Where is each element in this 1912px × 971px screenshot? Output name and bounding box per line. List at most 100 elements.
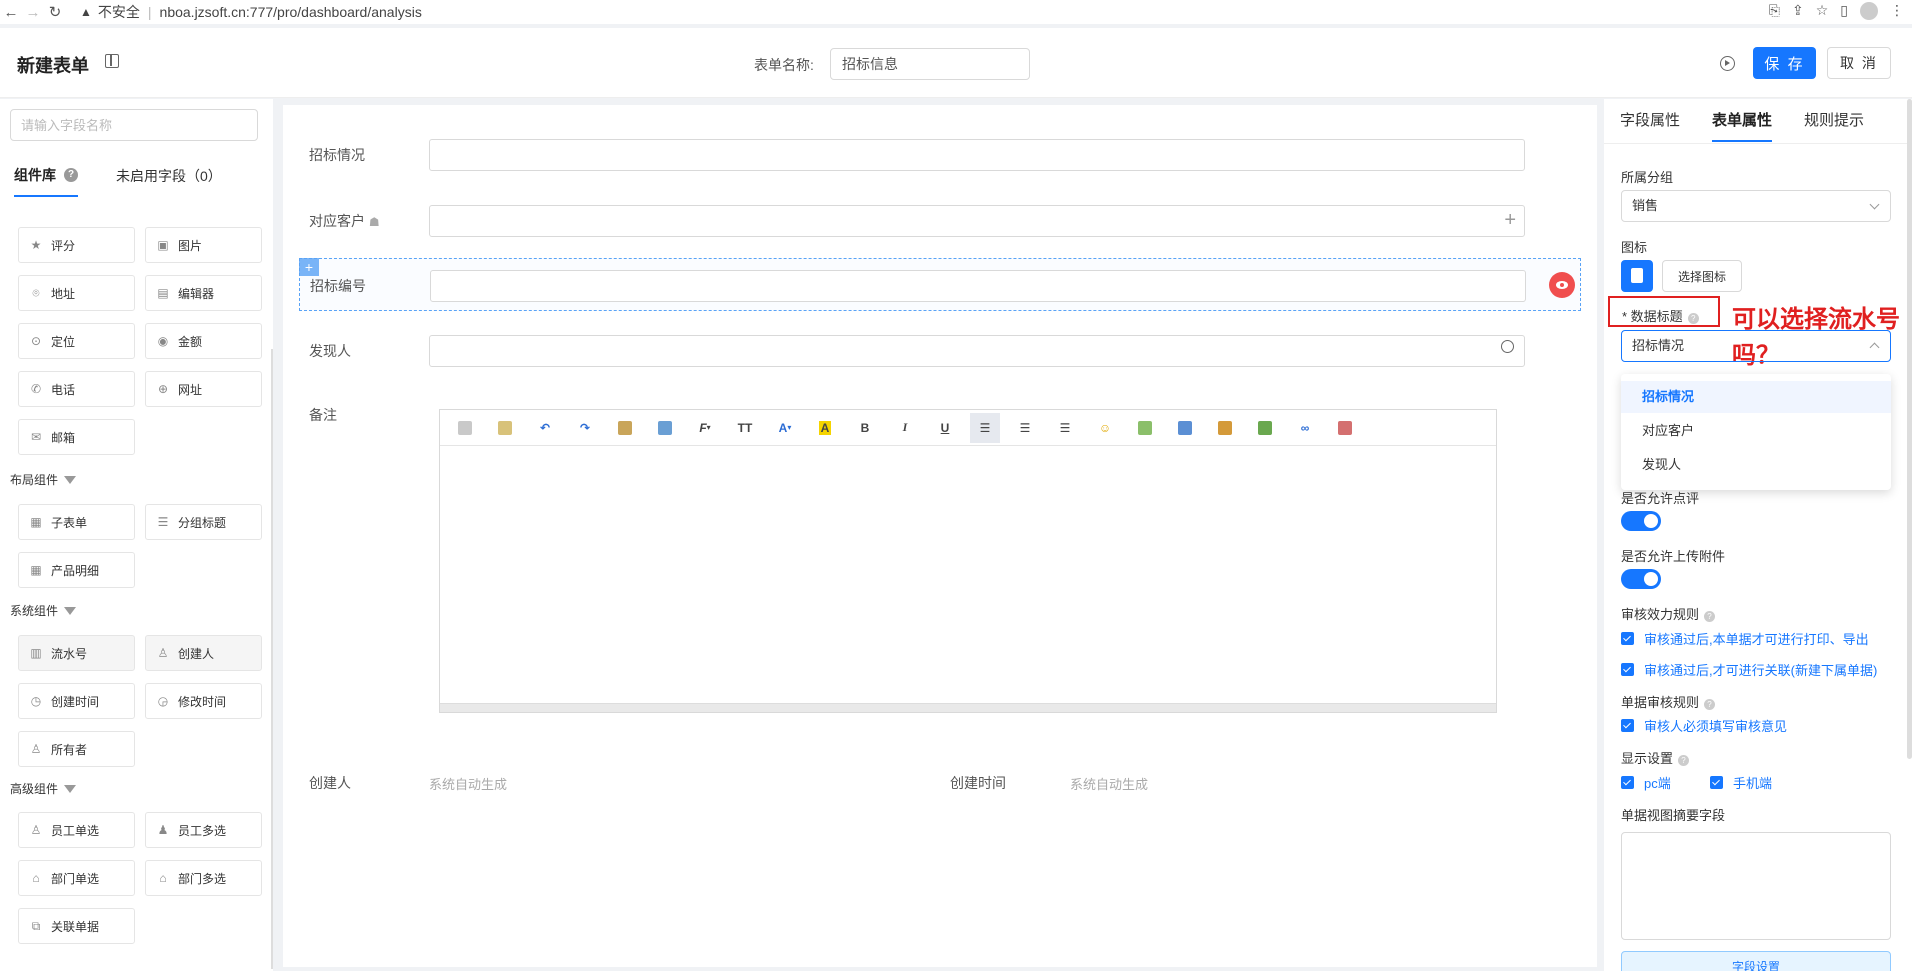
right-scrollbar[interactable] — [1907, 99, 1912, 759]
component-modified-time[interactable]: ◶ 修改时间 — [145, 683, 262, 719]
help-icon[interactable]: ? — [1704, 699, 1716, 710]
form-name-input[interactable] — [830, 48, 1030, 80]
advanced-section-title[interactable]: 高级组件 — [10, 780, 77, 797]
address-bar[interactable]: ▲ 不安全 | nboa.jzsoft.cn:777/pro/dashboard… — [80, 2, 422, 22]
component-editor[interactable]: ▤ 编辑器 — [145, 275, 262, 311]
component-product-detail[interactable]: ▦ 产品明细 — [18, 552, 135, 588]
data-title-select[interactable]: 招标情况 — [1621, 330, 1891, 362]
underline-icon[interactable]: U — [930, 413, 960, 443]
component-created-time[interactable]: ◷ 创建时间 — [18, 683, 135, 719]
tab-rule-hints[interactable]: 规则提示 — [1804, 109, 1864, 142]
save-button[interactable]: 保 存 — [1753, 47, 1816, 79]
rich-text-editor[interactable]: ↶ ↷ F ▾ TT A ▾ A B I U ☰ ☰ ☰ ☺ ∞ — [439, 409, 1497, 713]
tab-unused-fields[interactable]: 未启用字段（0） — [116, 165, 222, 197]
checkbox-checked[interactable] — [1621, 663, 1634, 676]
tab-form-properties[interactable]: 表单属性 — [1712, 109, 1773, 142]
group-select[interactable]: 销售 — [1621, 190, 1891, 222]
field-search-input[interactable] — [10, 109, 258, 141]
component-employee-multi[interactable]: ♟ 员工多选 — [145, 812, 262, 848]
checkbox-checked[interactable] — [1710, 776, 1723, 789]
help-icon[interactable]: ? — [1704, 611, 1716, 622]
component-employee-single[interactable]: ♙ 员工单选 — [18, 812, 135, 848]
allow-comment-toggle[interactable] — [1621, 511, 1661, 531]
component-serial-number[interactable]: ▥ 流水号 — [18, 635, 135, 671]
paste-icon[interactable] — [610, 413, 640, 443]
tab-field-properties[interactable]: 字段属性 — [1620, 109, 1680, 142]
paste-text-icon[interactable] — [450, 413, 480, 443]
horizontal-rule-icon[interactable] — [1130, 413, 1160, 443]
component-department-single[interactable]: ⌂ 部门单选 — [18, 860, 135, 896]
back-icon[interactable]: ← — [0, 4, 22, 21]
dropdown-option-customer[interactable]: 对应客户 — [1621, 415, 1891, 447]
tab-component-library[interactable]: 组件库 ? — [14, 165, 78, 197]
left-scrollbar[interactable] — [271, 349, 273, 969]
customer-input[interactable]: + — [429, 205, 1525, 237]
bold-icon[interactable]: B — [850, 413, 880, 443]
translate-icon[interactable]: ⎘ — [1769, 2, 1780, 20]
add-icon[interactable]: + — [1504, 209, 1516, 232]
component-email[interactable]: ✉ 邮箱 — [18, 419, 135, 455]
component-owner[interactable]: ♙ 所有者 — [18, 731, 135, 767]
audit-effect-option-2[interactable]: 审核通过后,才可进行关联(新建下属单据) — [1621, 660, 1877, 679]
checkbox-checked[interactable] — [1621, 632, 1634, 645]
paste-word-icon[interactable] — [490, 413, 520, 443]
display-mobile-option[interactable]: 手机端 — [1710, 773, 1772, 792]
checkbox-checked[interactable] — [1621, 719, 1634, 732]
visibility-eye-icon[interactable] — [1549, 272, 1575, 298]
field-settings-button[interactable]: 字段设置 — [1621, 951, 1891, 971]
link-icon[interactable]: ∞ — [1290, 413, 1320, 443]
component-group-title[interactable]: ☰ 分组标题 — [145, 504, 262, 540]
sidebar-toggle-icon[interactable]: ▯ — [1840, 2, 1848, 20]
component-rating[interactable]: ★ 评分 — [18, 227, 135, 263]
insert-media-icon[interactable] — [1250, 413, 1280, 443]
component-department-multi[interactable]: ⌂ 部门多选 — [145, 860, 262, 896]
align-right-icon[interactable]: ☰ — [1050, 413, 1080, 443]
editor-resize-bar[interactable] — [440, 703, 1496, 712]
menu-dots-icon[interactable]: ⋮ — [1890, 2, 1904, 20]
summary-fields-box[interactable] — [1621, 832, 1891, 940]
allow-upload-toggle[interactable] — [1621, 569, 1661, 589]
bid-number-input[interactable] — [430, 270, 1526, 302]
font-family-icon[interactable]: F ▾ — [690, 413, 720, 443]
discoverer-input[interactable] — [429, 335, 1525, 367]
share-icon[interactable]: ⇪ — [1792, 2, 1804, 20]
dropdown-option-discoverer[interactable]: 发现人 — [1621, 449, 1891, 481]
forward-icon[interactable]: → — [22, 4, 44, 21]
help-icon[interactable]: ? — [1678, 755, 1690, 766]
align-center-icon[interactable]: ☰ — [1010, 413, 1040, 443]
system-section-title[interactable]: 系统组件 — [10, 602, 77, 619]
font-color-icon[interactable]: A ▾ — [770, 413, 800, 443]
preview-play-icon[interactable] — [1720, 56, 1735, 71]
italic-icon[interactable]: I — [890, 413, 920, 443]
component-locate[interactable]: ⊙ 定位 — [18, 323, 135, 359]
component-creator[interactable]: ♙ 创建人 — [145, 635, 262, 671]
bookmark-star-icon[interactable]: ☆ — [1816, 2, 1829, 20]
undo-icon[interactable]: ↶ — [530, 413, 560, 443]
cancel-button[interactable]: 取 消 — [1827, 47, 1891, 79]
component-phone[interactable]: ✆ 电话 — [18, 371, 135, 407]
layout-section-title[interactable]: 布局组件 — [10, 471, 77, 488]
paste-format-icon[interactable] — [650, 413, 680, 443]
highlight-color-icon[interactable]: A — [810, 413, 840, 443]
component-subform[interactable]: ▦ 子表单 — [18, 504, 135, 540]
layout-icon[interactable] — [105, 54, 119, 68]
component-address[interactable]: ⌾ 地址 — [18, 275, 135, 311]
font-size-icon[interactable]: TT — [730, 413, 760, 443]
display-pc-option[interactable]: pc端 — [1621, 773, 1671, 792]
search-icon[interactable] — [1501, 340, 1514, 353]
audit-effect-option-1[interactable]: 审核通过后,本单据才可进行打印、导出 — [1621, 629, 1869, 648]
component-image[interactable]: ▣ 图片 — [145, 227, 262, 263]
help-icon[interactable]: ? — [64, 168, 78, 182]
emoji-icon[interactable]: ☺ — [1090, 413, 1120, 443]
align-left-icon[interactable]: ☰ — [970, 412, 1000, 443]
insert-image-icon[interactable] — [1210, 413, 1240, 443]
help-icon[interactable]: ? — [1687, 313, 1699, 324]
reload-icon[interactable]: ↻ — [44, 3, 66, 21]
redo-icon[interactable]: ↷ — [570, 413, 600, 443]
component-money[interactable]: ◉ 金额 — [145, 323, 262, 359]
checkbox-checked[interactable] — [1621, 776, 1634, 789]
profile-avatar[interactable] — [1860, 2, 1878, 20]
url-text[interactable]: nboa.jzsoft.cn:777/pro/dashboard/analysi… — [160, 4, 422, 20]
dropdown-option-bid-status[interactable]: 招标情况 — [1621, 381, 1891, 413]
bid-status-input[interactable] — [429, 139, 1525, 171]
